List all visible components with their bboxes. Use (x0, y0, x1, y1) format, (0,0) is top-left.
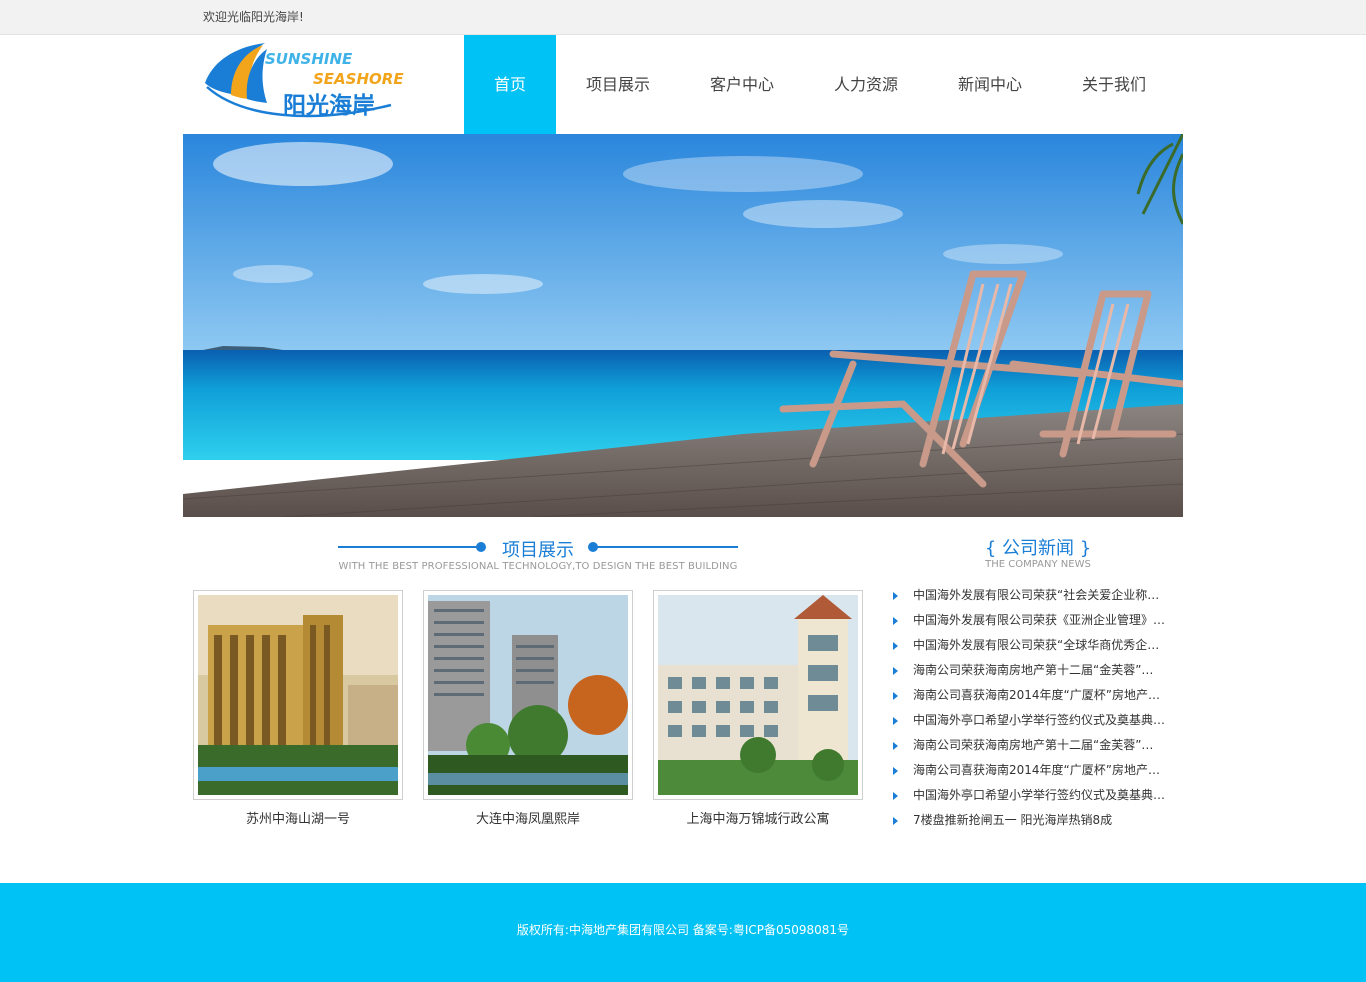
news-section: { 公司新闻 } THE COMPANY NEWS 中国海外发展有限公司荣获“社… (883, 517, 1183, 883)
news-item[interactable]: 海南公司喜获海南2014年度“广厦杯”房地产… (891, 683, 1181, 708)
news-item[interactable]: 中国海外亭口希望小学举行签约仪式及奠基典… (891, 708, 1181, 733)
news-item[interactable]: 中国海外亭口希望小学举行签约仪式及奠基典… (891, 783, 1181, 808)
nav-item-clients[interactable]: 客户中心 (680, 35, 804, 134)
project-image-frame[interactable] (423, 590, 633, 800)
arrow-right-icon (893, 792, 898, 800)
news-list: 中国海外发展有限公司荣获“社会关爱企业称… 中国海外发展有限公司荣获《亚洲企业管… (891, 583, 1181, 833)
projects-section: 项目展示 WITH THE BEST PROFESSIONAL TECHNOLO… (183, 517, 883, 883)
arrow-right-icon (893, 617, 898, 625)
hero-banner (183, 134, 1183, 517)
news-item[interactable]: 海南公司荣获海南房地产第十二届“金芙蓉”… (891, 733, 1181, 758)
news-item[interactable]: 中国海外发展有限公司荣获“全球华商优秀企… (891, 633, 1181, 658)
welcome-text: 欢迎光临阳光海岸! (203, 10, 304, 24)
sail-logo-icon: SUNSHINE SEASHORE 阳光海岸 (205, 43, 404, 119)
projects-subtitle: WITH THE BEST PROFESSIONAL TECHNOLOGY,TO… (338, 561, 738, 572)
arrow-right-icon (893, 767, 898, 775)
main-nav: 首页 项目展示 客户中心 人力资源 新闻中心 关于我们 (464, 35, 1176, 134)
building-image (658, 595, 858, 795)
arrow-right-icon (893, 667, 898, 675)
projects-title: 项目展示 (502, 540, 574, 561)
nav-item-hr[interactable]: 人力资源 (804, 35, 928, 134)
project-image-frame[interactable] (653, 590, 863, 800)
footer: 版权所有:中海地产集团有限公司 备案号:粤ICP备05098081号 (0, 883, 1366, 982)
main-content: 项目展示 WITH THE BEST PROFESSIONAL TECHNOLO… (183, 517, 1183, 883)
news-subtitle: THE COMPANY NEWS (985, 559, 1091, 570)
beach-chairs-image (183, 134, 1183, 517)
copyright-text: 版权所有:中海地产集团有限公司 备案号:粤ICP备05098081号 (516, 923, 850, 937)
project-card[interactable]: 苏州中海山湖一号 (193, 590, 403, 827)
arrow-right-icon (893, 817, 898, 825)
arrow-right-icon (893, 717, 898, 725)
header: SUNSHINE SEASHORE 阳光海岸 首页 项目展示 客户中心 人力资源… (0, 35, 1366, 134)
top-bar: 欢迎光临阳光海岸! (0, 0, 1366, 35)
arrow-right-icon (893, 592, 898, 600)
logo-text-cn: 阳光海岸 (283, 92, 375, 119)
site-logo[interactable]: SUNSHINE SEASHORE 阳光海岸 (201, 37, 431, 129)
news-title: { 公司新闻 } (984, 538, 1092, 559)
arrow-right-icon (893, 742, 898, 750)
arrow-right-icon (893, 692, 898, 700)
nav-item-news[interactable]: 新闻中心 (928, 35, 1052, 134)
project-caption[interactable]: 上海中海万锦城行政公寓 (653, 808, 863, 827)
building-image (428, 595, 628, 795)
nav-item-about[interactable]: 关于我们 (1052, 35, 1176, 134)
news-item[interactable]: 海南公司喜获海南2014年度“广厦杯”房地产… (891, 758, 1181, 783)
project-image-frame[interactable] (193, 590, 403, 800)
news-item[interactable]: 海南公司荣获海南房地产第十二届“金芙蓉”… (891, 658, 1181, 683)
projects-heading: 项目展示 (338, 533, 738, 563)
logo-text-line2: SEASHORE (313, 70, 404, 88)
project-card[interactable]: 上海中海万锦城行政公寓 (653, 590, 863, 827)
news-item[interactable]: 中国海外发展有限公司荣获“社会关爱企业称… (891, 583, 1181, 608)
building-image (198, 595, 398, 795)
heading-line-right (593, 546, 738, 548)
news-item[interactable]: 中国海外发展有限公司荣获《亚洲企业管理》… (891, 608, 1181, 633)
logo-text-line1: SUNSHINE (265, 50, 353, 68)
news-item[interactable]: 7楼盘推新抢闸五一 阳光海岸热销8成 (891, 808, 1181, 833)
nav-item-projects[interactable]: 项目展示 (556, 35, 680, 134)
project-card[interactable]: 大连中海凤凰熙岸 (423, 590, 633, 827)
arrow-right-icon (893, 642, 898, 650)
nav-item-home[interactable]: 首页 (464, 35, 556, 134)
project-caption[interactable]: 苏州中海山湖一号 (193, 808, 403, 827)
project-caption[interactable]: 大连中海凤凰熙岸 (423, 808, 633, 827)
